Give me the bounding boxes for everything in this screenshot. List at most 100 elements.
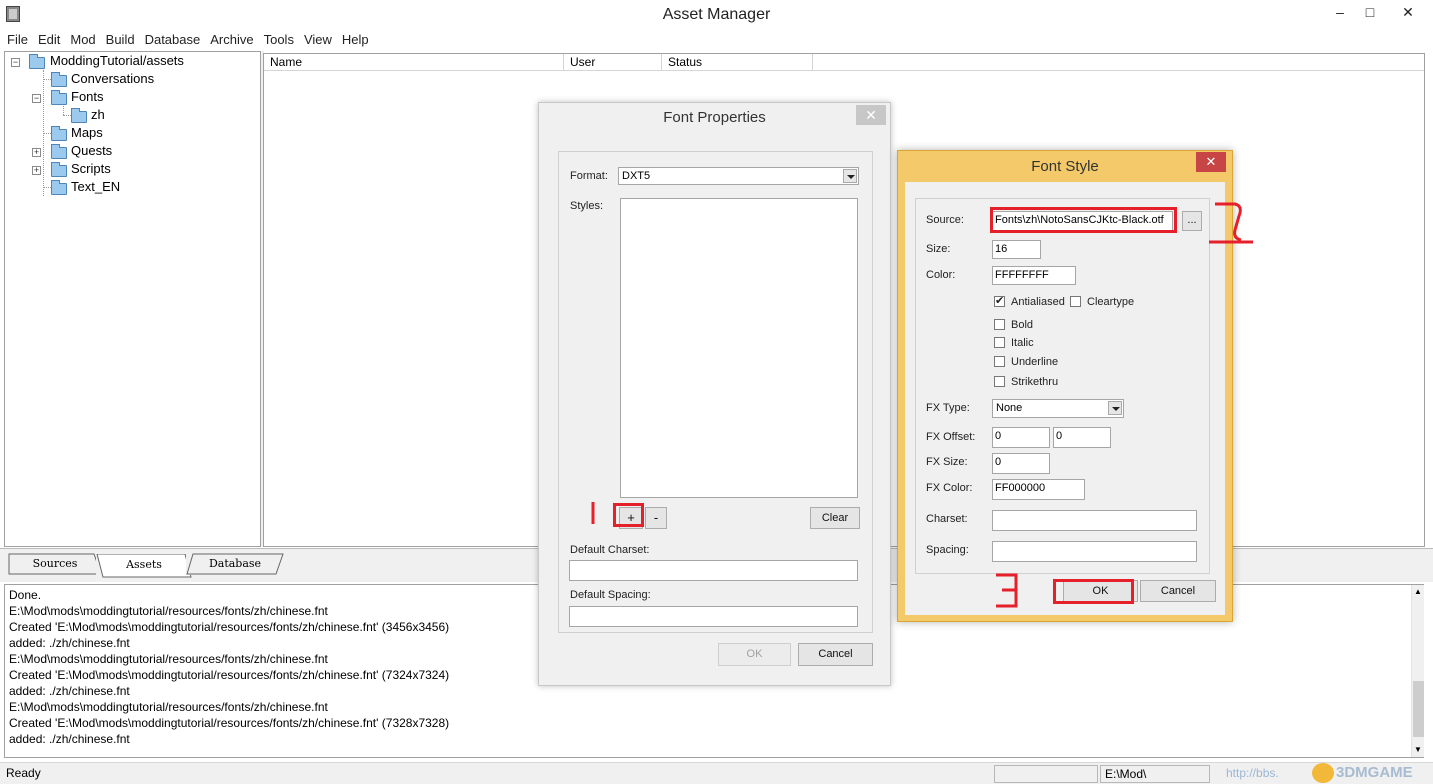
folder-open-icon <box>71 108 87 123</box>
browse-button[interactable]: ... <box>1182 211 1202 231</box>
default-charset-label: Default Charset: <box>570 544 650 556</box>
log-line: E:\Mod\mods\moddingtutorial/resources/fo… <box>9 652 328 666</box>
tab-database-label: Database <box>208 557 262 570</box>
scroll-up-icon[interactable]: ▲ <box>1414 587 1422 596</box>
menu-help[interactable]: Help <box>337 30 374 50</box>
scroll-down-icon[interactable]: ▼ <box>1414 745 1422 754</box>
column-user[interactable]: User <box>564 54 662 71</box>
spacing-label: Spacing: <box>926 544 969 556</box>
cleartype-label: Cleartype <box>1087 296 1135 308</box>
tab-database[interactable]: Database <box>186 553 284 575</box>
log-scrollbar[interactable]: ▲ ▼ <box>1411 585 1424 757</box>
tree-item-text-en[interactable]: Text_EN <box>71 178 120 196</box>
tree-item-conversations[interactable]: Conversations <box>71 70 154 88</box>
tab-assets-label: Assets <box>126 558 162 571</box>
default-charset-input[interactable] <box>569 560 858 581</box>
tree-item-quests[interactable]: Quests <box>71 142 112 160</box>
menu-bar: File Edit Mod Build Database Archive Tools View… <box>0 30 1433 50</box>
expander-scripts[interactable]: + <box>32 166 41 175</box>
font-style-body: Source: Fonts\zh\NotoSansCJKtc-Black.otf… <box>905 182 1225 615</box>
antialiased-label: Antialiased <box>1011 296 1065 308</box>
annotation-step-3 <box>996 573 1018 608</box>
expander-fonts[interactable]: − <box>32 94 41 103</box>
folder-open-icon <box>51 90 67 105</box>
tree-item-maps[interactable]: Maps <box>71 124 103 142</box>
size-input[interactable]: 16 <box>992 240 1041 259</box>
dialog-close-button[interactable]: ✕ <box>856 105 886 125</box>
format-label: Format: <box>570 170 608 182</box>
font-properties-group: Format: DXT5 Styles: + - Clear Default C… <box>558 151 873 633</box>
column-status[interactable]: Status <box>662 54 813 71</box>
fx-offset-x-input[interactable]: 0 <box>992 427 1050 448</box>
expander-quests[interactable]: + <box>32 148 41 157</box>
ok-button[interactable]: OK <box>718 643 791 666</box>
menu-view[interactable]: View <box>299 30 337 50</box>
tab-assets[interactable]: Assets <box>96 554 192 578</box>
chevron-down-icon[interactable] <box>1108 401 1122 415</box>
column-name[interactable]: Name <box>264 54 564 71</box>
tree-connector <box>63 115 71 116</box>
clear-button[interactable]: Clear <box>810 507 860 529</box>
annotation-box-add <box>613 503 644 527</box>
antialiased-checkbox[interactable] <box>994 294 1005 307</box>
asset-tree[interactable]: − ModdingTutorial/assets Conversations −… <box>4 51 261 547</box>
scrollbar-thumb[interactable] <box>1413 681 1424 737</box>
italic-checkbox[interactable] <box>994 337 1005 348</box>
fx-offset-label: FX Offset: <box>926 431 976 443</box>
status-cell-empty <box>994 765 1098 783</box>
color-input[interactable]: FFFFFFFF <box>992 266 1076 285</box>
charset-input[interactable] <box>992 510 1197 531</box>
tree-connector <box>43 187 51 188</box>
menu-edit[interactable]: Edit <box>33 30 65 50</box>
fx-size-input[interactable]: 0 <box>992 453 1050 474</box>
annotation-step-1 <box>591 502 595 524</box>
cleartype-checkbox[interactable] <box>1070 296 1081 307</box>
tree-item-scripts[interactable]: Scripts <box>71 160 111 178</box>
fx-type-label: FX Type: <box>926 402 970 414</box>
menu-archive[interactable]: Archive <box>205 30 258 50</box>
maximize-button[interactable]: □ <box>1356 0 1384 26</box>
tab-sources[interactable]: Sources <box>8 553 102 575</box>
strikethru-checkbox[interactable] <box>994 376 1005 387</box>
styles-list[interactable] <box>620 198 858 498</box>
menu-tools[interactable]: Tools <box>259 30 299 50</box>
dialog-close-button[interactable]: ✕ <box>1196 152 1226 172</box>
default-spacing-label: Default Spacing: <box>570 589 651 601</box>
cancel-button[interactable]: Cancel <box>798 643 873 666</box>
menu-database[interactable]: Database <box>140 30 206 50</box>
menu-mod[interactable]: Mod <box>65 30 100 50</box>
source-label: Source: <box>926 214 964 226</box>
dialog-title: Font Properties <box>663 109 766 126</box>
minimize-button[interactable]: – <box>1326 0 1354 26</box>
format-dropdown[interactable]: DXT5 <box>618 167 859 185</box>
underline-checkbox[interactable] <box>994 356 1005 367</box>
format-value: DXT5 <box>622 170 651 182</box>
italic-label: Italic <box>1011 337 1034 349</box>
log-line: Created 'E:\Mod\mods\moddingtutorial/res… <box>9 620 450 634</box>
fx-offset-y-input[interactable]: 0 <box>1053 427 1111 448</box>
menu-build[interactable]: Build <box>101 30 140 50</box>
tree-item-fonts[interactable]: Fonts <box>71 88 104 106</box>
log-lines: Done. E:\Mod\mods\moddingtutorial/resour… <box>9 587 449 747</box>
list-header: Name User Status <box>264 54 1424 71</box>
fx-type-dropdown[interactable]: None <box>992 399 1124 418</box>
default-spacing-input[interactable] <box>569 606 858 627</box>
tree-item-zh[interactable]: zh <box>91 106 105 124</box>
chevron-down-icon[interactable] <box>843 169 857 183</box>
close-button[interactable]: ✕ <box>1386 0 1430 26</box>
expander-root[interactable]: − <box>11 58 20 67</box>
watermark-url: http://bbs. <box>1226 766 1279 780</box>
fx-type-value: None <box>996 402 1023 414</box>
underline-label: Underline <box>1011 356 1059 368</box>
menu-file[interactable]: File <box>0 30 33 50</box>
bold-checkbox[interactable] <box>994 319 1005 330</box>
dialog-title: Font Style <box>1031 158 1099 175</box>
log-line: added: ./zh/chinese.fnt <box>9 636 130 650</box>
font-properties-dialog: Font Properties ✕ Format: DXT5 Styles: +… <box>538 102 891 686</box>
tree-root[interactable]: ModdingTutorial/assets <box>50 52 184 70</box>
spacing-input[interactable] <box>992 541 1197 562</box>
window-title: Asset Manager <box>662 6 771 23</box>
remove-style-button[interactable]: - <box>645 507 667 529</box>
fx-color-input[interactable]: FF000000 <box>992 479 1085 500</box>
cancel-button[interactable]: Cancel <box>1140 580 1216 602</box>
